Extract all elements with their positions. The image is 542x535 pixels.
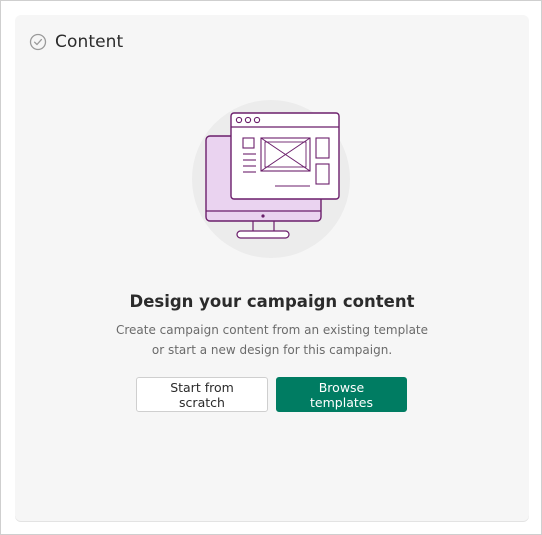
window-frame: Content Design your campaign content Cre… — [0, 0, 542, 535]
card-header: Content — [29, 32, 123, 52]
empty-state-description: Create campaign content from an existing… — [115, 323, 429, 357]
content-card: Content Design your campaign content Cre… — [15, 15, 529, 521]
start-from-scratch-button[interactable]: Start from scratch — [136, 377, 268, 412]
check-circle-icon — [29, 33, 47, 51]
empty-state-headline: Design your campaign content — [129, 292, 415, 311]
section-title: Content — [55, 32, 124, 52]
monitor-template-illustration — [192, 100, 350, 258]
action-buttons: Start from scratch Browse templates — [136, 377, 407, 412]
browse-templates-button[interactable]: Browse templates — [276, 377, 407, 412]
